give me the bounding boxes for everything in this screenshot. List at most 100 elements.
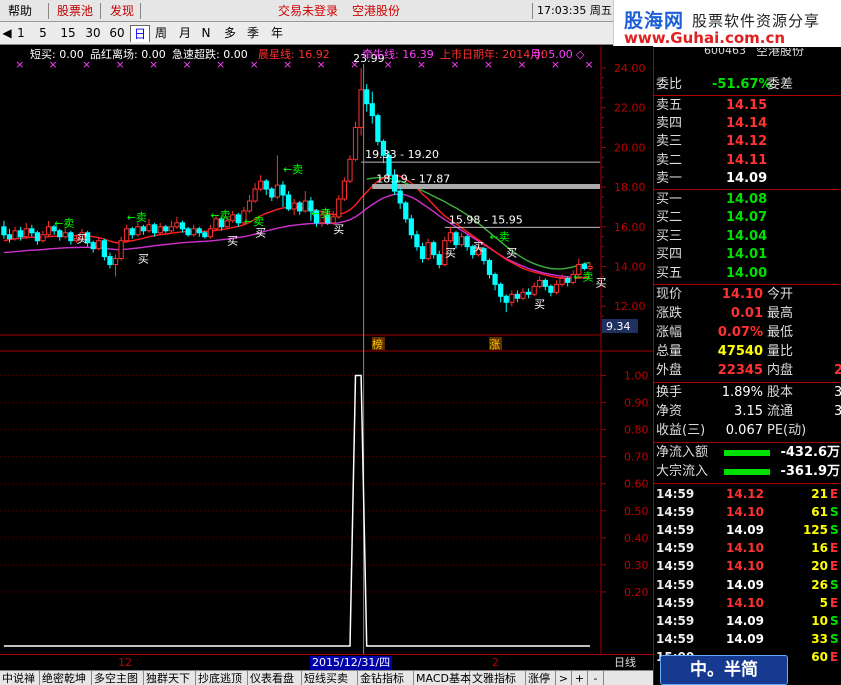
candle-body xyxy=(163,226,169,232)
quote-stat-label: 净资 xyxy=(656,404,683,419)
buy-level-row[interactable]: 买四 14.01 xyxy=(654,246,841,264)
sell-signal: ←卖 xyxy=(311,207,331,220)
quote-stat-value: 14.10 xyxy=(721,287,763,302)
chart-background xyxy=(0,46,653,654)
indicator-value: 急速超跌: 0.00 xyxy=(172,48,248,61)
input-method-badge[interactable]: 中。半简 xyxy=(660,655,788,685)
period-tab-1min[interactable]: 1 xyxy=(14,25,28,42)
current-stock-link[interactable]: 空港股份 xyxy=(352,3,400,19)
quote-stat-label: 总量 xyxy=(656,344,683,359)
sell-signal: ←卖 xyxy=(489,231,509,244)
buy-level-price: 14.00 xyxy=(726,265,768,281)
candle-body xyxy=(174,222,180,228)
period-tab-year[interactable]: 年 xyxy=(268,25,286,42)
indicator-tab[interactable]: 多空主图 xyxy=(92,671,144,685)
candle-body xyxy=(436,254,442,266)
candle-body xyxy=(414,234,420,248)
period-tab-15min[interactable]: 15 xyxy=(58,25,78,42)
divider xyxy=(654,483,841,484)
period-tab-season[interactable]: 季 xyxy=(244,25,262,42)
period-label: 日线 xyxy=(614,656,636,669)
candle-body xyxy=(1,226,7,236)
candle-body xyxy=(107,256,113,266)
indicator-tab[interactable]: 金钻指标 xyxy=(358,671,414,685)
quote-stat-label: 今开 xyxy=(767,287,794,302)
candle-body xyxy=(285,194,292,210)
period-tab-5min[interactable]: 5 xyxy=(36,25,50,42)
divider xyxy=(654,442,841,443)
buy-level-row[interactable]: 买一 14.08 xyxy=(654,191,841,209)
zoom-out-icon[interactable]: - xyxy=(588,671,604,685)
zoom-in-icon[interactable]: + xyxy=(572,671,588,685)
candle-body xyxy=(40,234,46,242)
indicator-tab[interactable]: MACD基本 xyxy=(414,671,471,685)
tick-side: E xyxy=(830,559,839,574)
indicator-value: 品红离场: 0.00 xyxy=(90,48,166,61)
price-axis-label: 24.00 xyxy=(614,62,646,75)
indicator-axis-label: 0.40 xyxy=(624,532,649,545)
quote-stat-value: 3 xyxy=(834,403,841,421)
tick-price: 14.09 xyxy=(726,577,764,592)
sell-level-row[interactable]: 卖二 14.11 xyxy=(654,152,841,170)
tick-side: E xyxy=(830,487,839,501)
sell-level-row[interactable]: 卖三 14.12 xyxy=(654,133,841,151)
quote-stat-value: 0.01 xyxy=(730,306,763,321)
trade-status[interactable]: 交易未登录 xyxy=(278,3,338,19)
period-tab-30min[interactable]: 30 xyxy=(83,25,103,42)
candle-body xyxy=(57,230,63,238)
sell-level-row[interactable]: 卖四 14.14 xyxy=(654,115,841,133)
tab-scroll-right-icon[interactable]: > xyxy=(556,671,572,685)
candle-body xyxy=(397,190,403,204)
menu-stock-pool[interactable]: 股票池 xyxy=(57,3,93,19)
candle-body xyxy=(29,228,35,234)
period-tab-n[interactable]: N xyxy=(199,25,213,42)
buy-level-row[interactable]: 买五 14.00 xyxy=(654,265,841,283)
period-tab-day[interactable]: 日 xyxy=(130,25,150,42)
candle-body xyxy=(112,258,119,266)
indicator-tab[interactable]: 仪表看盘 xyxy=(248,671,302,685)
buy-signal: 买 xyxy=(255,227,266,240)
period-tab-60min[interactable]: 60 xyxy=(107,25,127,42)
tick-price: 14.10 xyxy=(726,595,764,610)
indicator-settings-icon[interactable]: ◇ xyxy=(576,46,584,63)
buy-level-label: 买三 xyxy=(656,228,683,244)
indicator-tab[interactable]: 独群天下 xyxy=(144,671,196,685)
candle-body xyxy=(537,279,543,287)
indicator-axis-label: 0.30 xyxy=(624,559,649,572)
candle-body xyxy=(458,236,465,246)
date-label: 12 xyxy=(118,656,132,669)
sell-signal: ←卖 xyxy=(573,270,593,283)
quote-stat-value: 3 xyxy=(834,384,841,402)
indicator-axis-label: 0.50 xyxy=(624,505,649,518)
tick-side: E xyxy=(830,541,839,556)
watermark-logo: 股海网 股票软件资源分享 www.Guhai.com.cn xyxy=(613,0,841,47)
menu-help[interactable]: 帮助 xyxy=(8,3,32,19)
quote-stat-row: 净资 3.15 流通 3 xyxy=(654,403,841,421)
indicator-tab[interactable]: 抄底逃顶 xyxy=(196,671,248,685)
trade-tick-row: 14:59 14.09 26 S xyxy=(654,576,841,594)
buy-level-row[interactable]: 买二 14.07 xyxy=(654,209,841,227)
kline-chart[interactable]: 24.0022.0020.0018.0016.0014.0012.009.342… xyxy=(0,46,653,654)
trade-tick-row: 14:59 14.09 10 S xyxy=(654,612,841,630)
quote-stat-label: 最高 xyxy=(767,306,794,321)
indicator-tab[interactable]: 短线买卖 xyxy=(302,671,358,685)
sell-level-row[interactable]: 卖五 14.15 xyxy=(654,97,841,115)
menu-discover[interactable]: 发现 xyxy=(110,3,134,19)
commission-diff-label: 委差 xyxy=(767,77,794,92)
quote-stat-label: 最低 xyxy=(767,325,794,340)
tick-side: S xyxy=(830,505,839,520)
buy-level-label: 买二 xyxy=(656,210,683,226)
candle-body xyxy=(118,240,124,260)
indicator-tab[interactable]: 绝密乾坤 xyxy=(40,671,92,685)
indicator-tab[interactable]: 文雅指标 xyxy=(470,671,526,685)
indicator-tab[interactable]: 中说禅 xyxy=(0,671,40,685)
indicator-axis-label: 0.60 xyxy=(624,478,649,491)
buy-level-row[interactable]: 买三 14.04 xyxy=(654,228,841,246)
period-tab-multi[interactable]: 多 xyxy=(222,25,238,42)
buy-signal: 买 xyxy=(76,233,87,246)
indicator-tab[interactable]: 涨停 xyxy=(526,671,556,685)
sell-level-row[interactable]: 卖一 14.09 xyxy=(654,170,841,188)
tick-side: E xyxy=(830,649,839,664)
period-tab-week[interactable]: 周 xyxy=(152,25,170,42)
period-tab-month[interactable]: 月 xyxy=(176,25,194,42)
